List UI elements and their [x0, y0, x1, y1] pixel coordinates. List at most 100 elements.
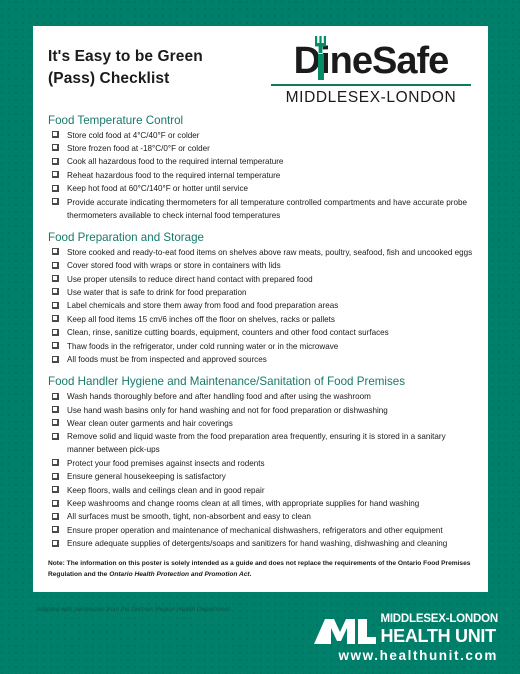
list-item-label: Use water that is safe to drink for food… — [67, 287, 247, 297]
checkbox-icon[interactable] — [52, 392, 59, 400]
section-heading: Food Handler Hygiene and Maintenance/San… — [48, 375, 406, 389]
list-item[interactable]: Clean, rinse, sanitize cutting boards, e… — [48, 326, 474, 339]
list-item-label: Keep washrooms and change rooms clean at… — [67, 499, 420, 509]
list-item[interactable]: All surfaces must be smooth, tight, non-… — [48, 510, 474, 523]
website-url[interactable]: www.healthunit.com — [338, 648, 498, 663]
checkbox-icon[interactable] — [52, 248, 59, 256]
brand-region: MIDDLESEX-LONDON — [285, 88, 457, 106]
list-item[interactable]: Use water that is safe to drink for food… — [48, 286, 474, 299]
checklist-items: Store cold food at 4°C/40°F or colder St… — [48, 129, 474, 222]
list-item[interactable]: Ensure proper operation and maintenance … — [48, 524, 474, 537]
checkbox-icon[interactable] — [52, 472, 59, 480]
checkbox-icon[interactable] — [52, 355, 59, 363]
checklist-section-preparation: Food Preparation and Storage Store cooke… — [48, 231, 474, 366]
dinesafe-i-stem — [317, 54, 324, 80]
page-title-line2: (Pass) Checklist — [48, 70, 170, 87]
list-item-label: Ensure adequate supplies of detergents/s… — [67, 539, 448, 549]
list-item-label: Thaw foods in the refrigerator, under co… — [67, 341, 339, 351]
fork-icon — [315, 36, 326, 53]
list-item[interactable]: Cook all hazardous food to the required … — [48, 155, 474, 168]
checklist-items: Wash hands thoroughly before and after h… — [48, 390, 474, 550]
list-item-label: Label chemicals and store them away from… — [67, 301, 339, 311]
ml-monogram-icon — [314, 619, 377, 644]
list-item-label: Use hand wash basins only for hand washi… — [67, 405, 388, 415]
list-item-label: Remove solid and liquid waste from the f… — [67, 432, 446, 455]
list-item[interactable]: Protect your food premises against insec… — [48, 457, 474, 470]
checkbox-icon[interactable] — [52, 275, 59, 283]
checkbox-icon[interactable] — [52, 459, 59, 467]
checkbox-icon[interactable] — [52, 144, 59, 152]
checkbox-icon[interactable] — [52, 157, 59, 165]
poster-header: It's Easy to be Green (Pass) Checklist D… — [33, 26, 488, 107]
list-item-label: Cook all hazardous food to the required … — [67, 157, 284, 167]
list-item-label: Keep all food items 15 cm/6 inches off t… — [67, 314, 335, 324]
checkbox-icon[interactable] — [52, 499, 59, 507]
list-item-label: Cover stored food with wraps or store in… — [67, 261, 281, 271]
checkbox-icon[interactable] — [52, 512, 59, 520]
poster-background: It's Easy to be Green (Pass) Checklist D… — [0, 0, 520, 674]
checklist-section-hygiene: Food Handler Hygiene and Maintenance/San… — [48, 375, 474, 550]
list-item-label: Reheat hazardous food to the required in… — [67, 170, 281, 180]
list-item-label: Store cold food at 4°C/40°F or colder — [67, 130, 200, 140]
checkbox-icon[interactable] — [52, 288, 59, 296]
checkbox-icon[interactable] — [52, 184, 59, 192]
checkbox-icon[interactable] — [52, 301, 59, 309]
list-item[interactable]: Use proper utensils to reduce direct han… — [48, 273, 474, 286]
list-item[interactable]: Wear clean outer garments and hair cover… — [48, 417, 474, 430]
checkbox-icon[interactable] — [52, 539, 59, 547]
list-item[interactable]: All foods must be from inspected and app… — [48, 353, 474, 366]
checkbox-icon[interactable] — [52, 261, 59, 269]
list-item[interactable]: Reheat hazardous food to the required in… — [48, 169, 474, 182]
checkbox-icon[interactable] — [52, 526, 59, 534]
list-item[interactable]: Remove solid and liquid waste from the f… — [48, 430, 474, 456]
list-item[interactable]: Store frozen food at -18°C/0°F or colder — [48, 142, 474, 155]
checkbox-icon[interactable] — [52, 406, 59, 414]
list-item[interactable]: Store cooked and ready-to-eat food items… — [48, 246, 474, 259]
list-item-label: Ensure general housekeeping is satisfact… — [67, 472, 226, 482]
disclaimer-note: Note: The information on this poster is … — [48, 559, 474, 579]
checkbox-icon[interactable] — [52, 419, 59, 427]
checkbox-icon[interactable] — [52, 315, 59, 323]
dinesafe-wordmark-safe: Safe — [372, 40, 449, 82]
section-heading: Food Temperature Control — [48, 113, 184, 127]
list-item[interactable]: Keep all food items 15 cm/6 inches off t… — [48, 313, 474, 326]
health-unit-region: MIDDLESEX-LONDON — [380, 613, 498, 625]
list-item[interactable]: Keep floors, walls and ceilings clean an… — [48, 484, 474, 497]
list-item-label: Clean, rinse, sanitize cutting boards, e… — [67, 328, 389, 338]
list-item-label: Wash hands thoroughly before and after h… — [67, 392, 371, 402]
health-unit-text: MIDDLESEX-LONDON HEALTH UNIT — [380, 613, 498, 644]
checkbox-icon[interactable] — [52, 486, 59, 494]
list-item[interactable]: Wash hands thoroughly before and after h… — [48, 390, 474, 403]
list-item[interactable]: Provide accurate indicating thermometers… — [48, 196, 474, 222]
list-item[interactable]: Cover stored food with wraps or store in… — [48, 259, 474, 272]
note-act-name: Ontario Health Protection and Promotion … — [109, 570, 250, 578]
list-item[interactable]: Store cold food at 4°C/40°F or colder — [48, 129, 474, 142]
checkbox-icon[interactable] — [52, 342, 59, 350]
list-item[interactable]: Thaw foods in the refrigerator, under co… — [48, 340, 474, 353]
list-item-label: Provide accurate indicating thermometers… — [67, 197, 467, 220]
list-item[interactable]: Label chemicals and store them away from… — [48, 299, 474, 312]
list-item-label: Ensure proper operation and maintenance … — [67, 525, 443, 535]
dinesafe-logo: DineSafe MIDDLESEX-LONDON — [270, 36, 472, 107]
checklist-section-temperature: Food Temperature Control Store cold food… — [48, 114, 474, 222]
checklist-items: Store cooked and ready-to-eat food items… — [48, 246, 474, 366]
list-item[interactable]: Ensure general housekeeping is satisfact… — [48, 470, 474, 483]
checkbox-icon[interactable] — [52, 131, 59, 138]
checkbox-icon[interactable] — [52, 328, 59, 336]
brand-divider — [271, 84, 471, 86]
list-item-label: Use proper utensils to reduce direct han… — [67, 274, 313, 284]
section-heading: Food Preparation and Storage — [48, 230, 204, 244]
checkbox-icon[interactable] — [52, 432, 59, 440]
list-item[interactable]: Use hand wash basins only for hand washi… — [48, 404, 474, 417]
dinesafe-wordmark-ine: ine — [320, 40, 373, 82]
checkbox-icon[interactable] — [52, 171, 59, 179]
list-item[interactable]: Ensure adequate supplies of detergents/s… — [48, 537, 474, 550]
page-title: It's Easy to be Green (Pass) Checklist — [48, 46, 203, 90]
list-item[interactable]: Keep washrooms and change rooms clean at… — [48, 497, 474, 510]
list-item-label: Protect your food premises against insec… — [67, 458, 265, 468]
list-item-label: Store frozen food at -18°C/0°F or colder — [67, 143, 210, 153]
list-item[interactable]: Keep hot food at 60°C/140°F or hotter un… — [48, 182, 474, 195]
checkbox-icon[interactable] — [52, 198, 59, 206]
list-item-label: Keep hot food at 60°C/140°F or hotter un… — [67, 184, 249, 194]
page-title-line1: It's Easy to be Green — [48, 48, 203, 65]
